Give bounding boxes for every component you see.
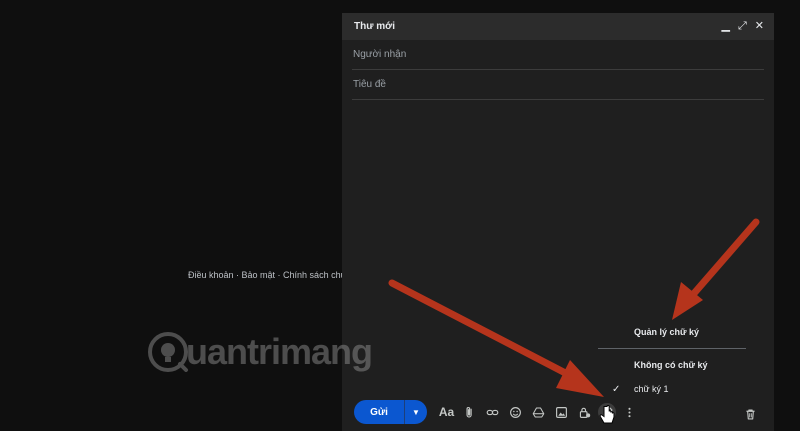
compose-header: Thư mới ▁ ⤢ ✕ [342, 13, 774, 40]
photo-icon[interactable] [550, 401, 573, 423]
recipients-field[interactable]: Người nhận [352, 40, 764, 70]
header-controls: ▁ ⤢ ✕ [722, 21, 765, 32]
send-options-button[interactable]: ▼ [404, 400, 427, 424]
minimize-icon[interactable]: ▁ [722, 21, 730, 32]
link-icon[interactable] [481, 401, 504, 423]
signature-1-item[interactable]: ✓ chữ ký 1 [598, 377, 746, 401]
send-group: Gửi ▼ [354, 400, 427, 424]
hand-cursor-icon [599, 405, 615, 424]
compose-toolbar: Gửi ▼ Aa [342, 399, 774, 425]
watermark-logo: uantrimang [146, 330, 373, 374]
signature-1-label: chữ ký 1 [634, 384, 669, 394]
confidential-lock-icon[interactable] [573, 401, 596, 423]
drive-icon[interactable] [527, 401, 550, 423]
more-options-icon[interactable] [618, 401, 641, 423]
attach-icon[interactable] [458, 401, 481, 423]
no-signature-item[interactable]: Không có chữ ký [598, 353, 746, 377]
footer-links[interactable]: Điều khoản · Bảo mật · Chính sách chươ [188, 270, 353, 280]
emoji-icon[interactable] [504, 401, 527, 423]
send-button[interactable]: Gửi [354, 400, 404, 424]
expand-icon[interactable]: ⤢ [738, 21, 747, 32]
watermark-text: uantrimang [186, 331, 373, 372]
checkmark-icon: ✓ [612, 383, 621, 395]
signature-menu: Quản lý chữ ký Không có chữ ký ✓ chữ ký … [598, 318, 746, 401]
trash-icon[interactable] [739, 403, 762, 425]
chevron-down-icon: ▼ [412, 407, 420, 417]
close-icon[interactable]: ✕ [755, 21, 764, 32]
compose-title: Thư mới [354, 21, 396, 32]
subject-field[interactable]: Tiêu đề [352, 70, 764, 100]
bulb-logo-icon [148, 332, 188, 372]
formatting-icon[interactable]: Aa [435, 401, 458, 423]
manage-signatures-item[interactable]: Quản lý chữ ký [598, 320, 746, 344]
menu-divider [598, 348, 746, 349]
